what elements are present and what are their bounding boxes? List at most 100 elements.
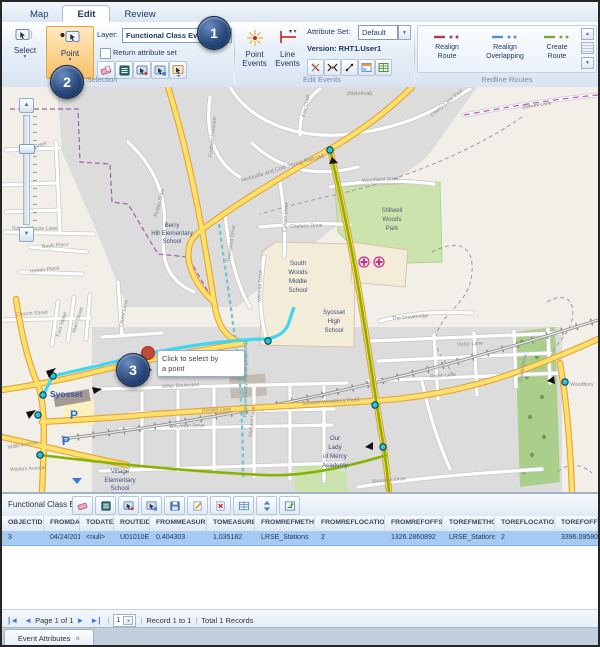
map-label: Syosset: [323, 309, 345, 316]
events-table-icon: [378, 62, 389, 73]
point-events-button[interactable]: Point Events: [239, 25, 270, 77]
events-table-button[interactable]: [375, 59, 392, 76]
panel-save-button[interactable]: [164, 496, 185, 515]
panel-edit-button[interactable]: [187, 496, 208, 515]
map-label: (historical): [347, 91, 373, 97]
return-attribute-set-label: Return attribute set: [113, 48, 177, 57]
panel-table-button[interactable]: [233, 496, 254, 515]
table-header-row[interactable]: OBJECTID FROMDATE TODATE ROUTEID FROMMEA…: [2, 516, 598, 532]
previous-page-button[interactable]: ◄: [24, 616, 32, 625]
bottom-tab-bar: Event Attributes ×: [2, 627, 598, 645]
first-page-button[interactable]: |◄: [8, 616, 18, 625]
column-header[interactable]: TOREFLOCATION: [495, 516, 555, 531]
panel-list-button[interactable]: [95, 496, 116, 515]
column-header[interactable]: OBJECTID: [2, 516, 44, 531]
column-header[interactable]: TOREFOFFSET: [555, 516, 598, 531]
selection-options-icon: [172, 64, 185, 77]
create-route-label-2: Route: [548, 53, 567, 60]
panel-sort-button[interactable]: [256, 496, 277, 515]
map-label: Academy: [322, 462, 349, 469]
return-attribute-set-checkbox[interactable]: [100, 48, 111, 59]
zoom-slider-ticks: [33, 116, 37, 224]
panel-select-line-button[interactable]: [141, 496, 162, 515]
tab-review[interactable]: Review: [110, 6, 169, 22]
cell-fromreflocation: 2: [315, 531, 385, 545]
zoom-in-button[interactable]: ▲: [19, 98, 34, 113]
split-event-icon: [344, 62, 355, 73]
tab-edit[interactable]: Edit: [62, 5, 110, 23]
column-header[interactable]: TOREFMETHOD: [443, 516, 495, 531]
last-page-button[interactable]: ►|: [90, 616, 100, 625]
cell-torefmethod: LRSE_Stations: [443, 531, 495, 545]
cell-routeid: U01010E: [114, 531, 150, 545]
point-select-icon: [59, 30, 81, 48]
list-icon: [100, 500, 112, 512]
map-label: Elementary: [104, 477, 136, 484]
ribbon: } Select ▼ Point ▼ Layer: Functional Cla…: [2, 22, 598, 88]
column-header[interactable]: FROMDATE: [44, 516, 80, 531]
panel-delete-button[interactable]: [210, 496, 231, 515]
create-route-icon: [543, 33, 571, 41]
map-label: Park: [386, 225, 400, 232]
callout-2: 2: [50, 65, 84, 99]
panel-select-point-button[interactable]: [118, 496, 139, 515]
attribute-set-dropdown-button[interactable]: ▼: [398, 25, 411, 40]
scroll-down-icon[interactable]: ▼: [581, 57, 594, 69]
map-label: School: [163, 238, 182, 245]
select-dropdown-caret[interactable]: ▼: [23, 55, 28, 59]
zoom-slider-track[interactable]: [23, 115, 30, 225]
panel-header: Functional Class Event: [2, 494, 598, 517]
realign-overlapping-label-1: Realign: [493, 44, 517, 51]
select-button[interactable]: } Select ▼: [6, 28, 44, 74]
map-canvas[interactable]: Fox Court Cherry Lane East Foxhunt Cresc…: [2, 87, 598, 492]
column-header[interactable]: FROMREFMETHOD: [255, 516, 315, 531]
delete-icon: [215, 500, 227, 512]
zoom-slider-handle[interactable]: [19, 144, 35, 154]
close-icon[interactable]: ×: [75, 634, 80, 643]
map-label: School: [289, 287, 308, 294]
map-label: Village: [111, 468, 130, 475]
event-attributes-tab[interactable]: Event Attributes ×: [4, 629, 94, 646]
table-icon: [238, 500, 250, 512]
point-dropdown-caret[interactable]: ▼: [68, 58, 73, 62]
attribute-set-combobox[interactable]: Default: [358, 25, 398, 40]
create-route-button[interactable]: Create Route: [536, 28, 578, 70]
next-page-button[interactable]: ►: [76, 616, 84, 625]
map-view[interactable]: Fox Court Cherry Lane East Foxhunt Cresc…: [2, 87, 598, 492]
scroll-up-icon[interactable]: ▲: [581, 28, 594, 40]
tab-map[interactable]: Map: [16, 6, 62, 22]
column-header[interactable]: TOMEASURE: [207, 516, 255, 531]
realign-overlapping-icon: [491, 33, 519, 41]
panel-clear-selection-button[interactable]: [72, 496, 93, 515]
split-event-button[interactable]: [341, 59, 358, 76]
selection-options-button[interactable]: [169, 61, 187, 79]
chevron-down-icon: ▼: [123, 616, 133, 625]
column-header[interactable]: ROUTEID: [114, 516, 150, 531]
create-route-label-1: Create: [546, 44, 567, 51]
zoom-out-button[interactable]: ▼: [19, 227, 34, 242]
map-label: Our: [330, 435, 340, 442]
page-number-select[interactable]: 1 ▼: [113, 614, 136, 627]
redline-scrollbar[interactable]: ▲ ▼: [581, 28, 594, 70]
column-header[interactable]: FROMREFLOCATION: [315, 516, 385, 531]
line-events-button[interactable]: Line Events: [272, 25, 303, 77]
scroll-thumb[interactable]: [581, 42, 594, 54]
pager-separator: |: [108, 616, 110, 625]
realign-overlapping-button[interactable]: Realign Overlapping: [476, 28, 534, 70]
panel-open-form-button[interactable]: [279, 496, 300, 515]
chevron-down-icon: ▼: [402, 30, 407, 36]
map-zoom-slider[interactable]: ▲ ▼: [19, 98, 34, 242]
event-attributes-panel: Functional Class Event: [2, 492, 598, 630]
merge-events-button[interactable]: [324, 59, 341, 76]
remove-event-button[interactable]: [307, 59, 324, 76]
realign-route-button[interactable]: Realign Route: [422, 28, 472, 70]
syosset-city-label: Syosset: [50, 389, 83, 399]
attribute-window-button[interactable]: [358, 59, 375, 76]
column-header[interactable]: TODATE: [80, 516, 114, 531]
column-header[interactable]: FROMMEASURE: [150, 516, 207, 531]
select-point-icon: [123, 500, 135, 512]
map-label: of Mercy: [323, 453, 348, 460]
column-header[interactable]: FROMREFOFFSET: [385, 516, 443, 531]
table-row[interactable]: 3 04/24/2014 <null> U01010E 0.404303 1.0…: [2, 531, 598, 546]
cell-todate: <null>: [80, 531, 114, 545]
